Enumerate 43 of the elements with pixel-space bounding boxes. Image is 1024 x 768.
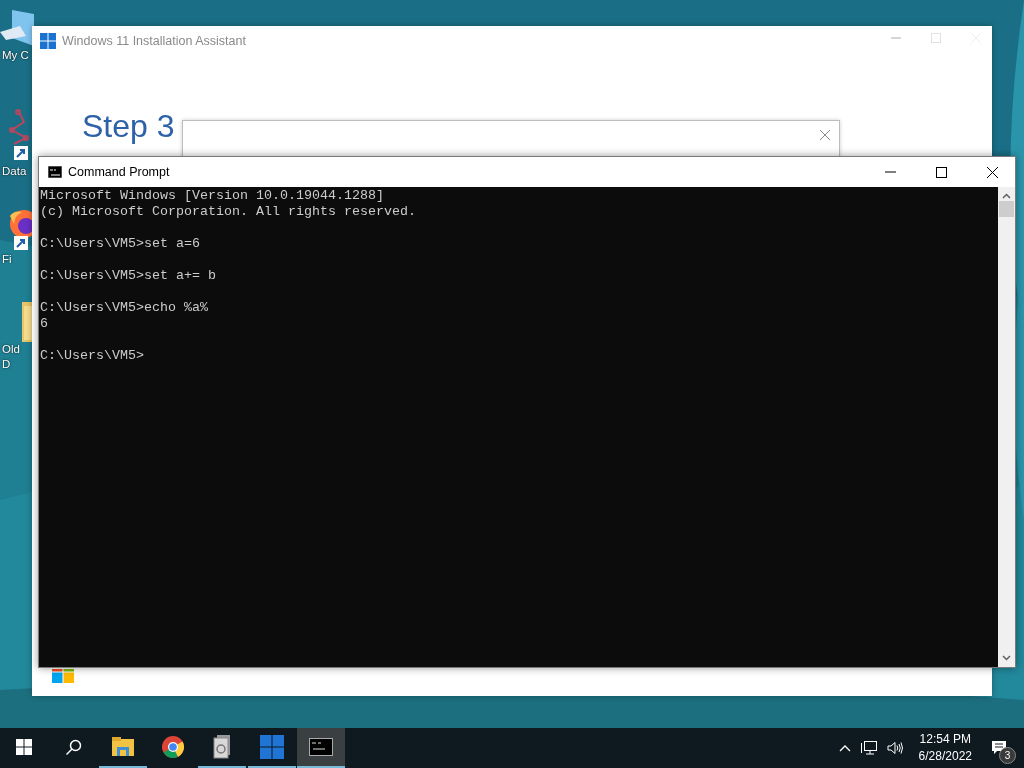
network-icon[interactable] (860, 741, 877, 755)
speaker-icon[interactable] (886, 741, 903, 755)
step-heading: Step 3 (82, 108, 175, 145)
maximize-icon (936, 166, 947, 178)
browser-icon (161, 736, 184, 758)
chevron-up-icon[interactable] (838, 744, 851, 752)
icon-label: Fi (2, 252, 12, 267)
clock[interactable]: 12:54 PM 6/28/2022 (918, 731, 972, 765)
search-icon (65, 738, 82, 756)
folder-icon (112, 737, 134, 757)
minimize-icon (885, 171, 896, 173)
console-line: C:\Users\VM5>set a+= b (40, 268, 216, 284)
icon-label: My C (2, 48, 29, 63)
icon-label: Old (2, 342, 20, 357)
console-line: C:\Users\VM5>set a=6 (40, 236, 200, 252)
start-icon (16, 739, 32, 755)
windows-logo-icon (40, 33, 56, 49)
window-title: Command Prompt (68, 165, 171, 179)
icon-label: Data (2, 164, 27, 179)
terminal-icon (48, 166, 62, 178)
microsoft-logo-icon (52, 669, 74, 683)
console-line: C:\Users\VM5>echo %a% (40, 300, 208, 316)
terminal-icon (309, 738, 333, 756)
windows-logo-icon (259, 735, 284, 759)
console-line: (c) Microsoft Corporation. All rights reserved. (40, 204, 416, 220)
monitor-icon (0, 8, 34, 48)
close-icon[interactable] (819, 129, 831, 141)
scroll-up-icon[interactable] (1002, 193, 1011, 199)
console-line: 6 (40, 316, 48, 332)
taskbar-button[interactable] (297, 728, 345, 768)
document-stack-icon (213, 735, 231, 759)
icon-label: D (2, 357, 11, 372)
console-line: C:\Users\VM5> (40, 348, 144, 364)
scroll-thumb[interactable] (999, 201, 1014, 217)
notification-button[interactable]: 3 (984, 733, 1014, 763)
notification-badge: 3 (999, 747, 1016, 764)
close-icon (987, 166, 998, 178)
scrollbar[interactable] (998, 187, 1015, 667)
clock-date: 6/28/2022 (918, 748, 972, 765)
clock-time: 12:54 PM (919, 731, 971, 748)
window-title: Windows 11 Installation Assistant (62, 34, 246, 48)
scroll-down-icon[interactable] (1002, 655, 1011, 661)
console-line: Microsoft Windows [Version 10.0.19044.1288] (40, 188, 384, 204)
